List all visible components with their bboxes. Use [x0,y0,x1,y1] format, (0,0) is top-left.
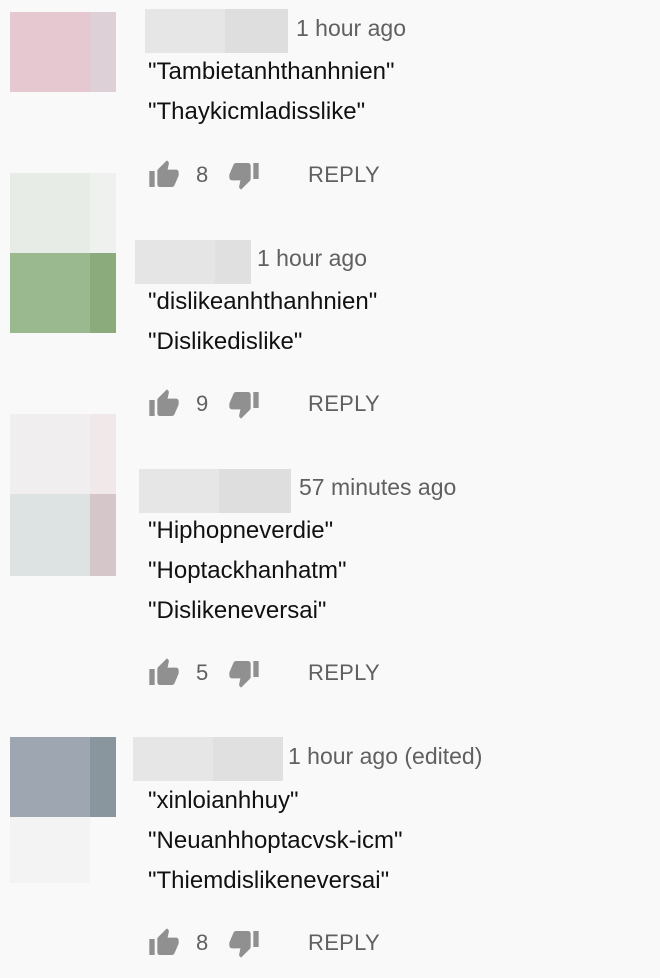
thumbs-down-icon[interactable] [228,388,260,420]
comment-timestamp[interactable]: 1 hour ago [296,14,406,42]
thumbs-up-icon[interactable] [148,388,180,420]
author-name-blurred[interactable] [135,240,251,284]
comment-line: "Dislikedislike" [148,328,303,355]
comment-line: "Tambietanhthanhnien" [148,58,395,85]
comment-text: "xinloianhhuy" "Neuanhhoptacvsk-icm" "Th… [148,781,402,901]
author-name-blurred[interactable] [139,469,291,513]
comment-text: "Hiphopneverdie" "Hoptackhanhatm" "Disli… [148,511,346,631]
comment-actions: 5 REPLY [148,655,380,691]
author-name-blurred[interactable] [133,737,283,781]
avatar-blurred[interactable] [10,414,116,576]
thumbs-down-icon[interactable] [228,159,260,191]
comment-timestamp[interactable]: 57 minutes ago [299,473,456,501]
comment-line: "xinloianhhuy" [148,787,299,814]
comment-actions: 8 REPLY [148,925,380,961]
comment-line: "Neuanhhoptacvsk-icm" [148,827,403,854]
comment-timestamp[interactable]: 1 hour ago (edited) [288,742,482,770]
comment-line: "Hiphopneverdie" [148,517,334,544]
thumbs-up-icon[interactable] [148,159,180,191]
reply-button[interactable]: REPLY [308,391,380,417]
comment-text: "dislikeanhthanhnien" "Dislikedislike" [148,282,377,362]
avatar-blurred[interactable] [10,173,116,333]
thumbs-down-icon[interactable] [228,657,260,689]
avatar-blurred[interactable] [10,12,116,92]
author-name-blurred[interactable] [145,9,288,53]
reply-button[interactable]: REPLY [308,660,380,686]
comment-line: "Hoptackhanhatm" [148,557,347,584]
comment-line: "Thiemdislikeneversai" [148,867,390,894]
avatar-blurred[interactable] [10,737,116,883]
comment-line: "Dislikeneversai" [148,597,327,624]
comment-line: "Thaykicmladisslike" [148,98,366,125]
thumbs-up-icon[interactable] [148,927,180,959]
like-count: 8 [196,930,209,955]
reply-button[interactable]: REPLY [308,930,380,956]
reply-button[interactable]: REPLY [308,162,380,188]
like-count: 8 [196,162,209,187]
thumbs-up-icon[interactable] [148,657,180,689]
comment-actions: 8 REPLY [148,157,380,193]
comment-timestamp[interactable]: 1 hour ago [257,244,367,272]
thumbs-down-icon[interactable] [228,927,260,959]
comment-text: "Tambietanhthanhnien" "Thaykicmladisslik… [148,52,395,132]
comment-line: "dislikeanhthanhnien" [148,288,378,315]
like-count: 9 [196,391,209,416]
comment-actions: 9 REPLY [148,386,380,422]
like-count: 5 [196,660,209,685]
